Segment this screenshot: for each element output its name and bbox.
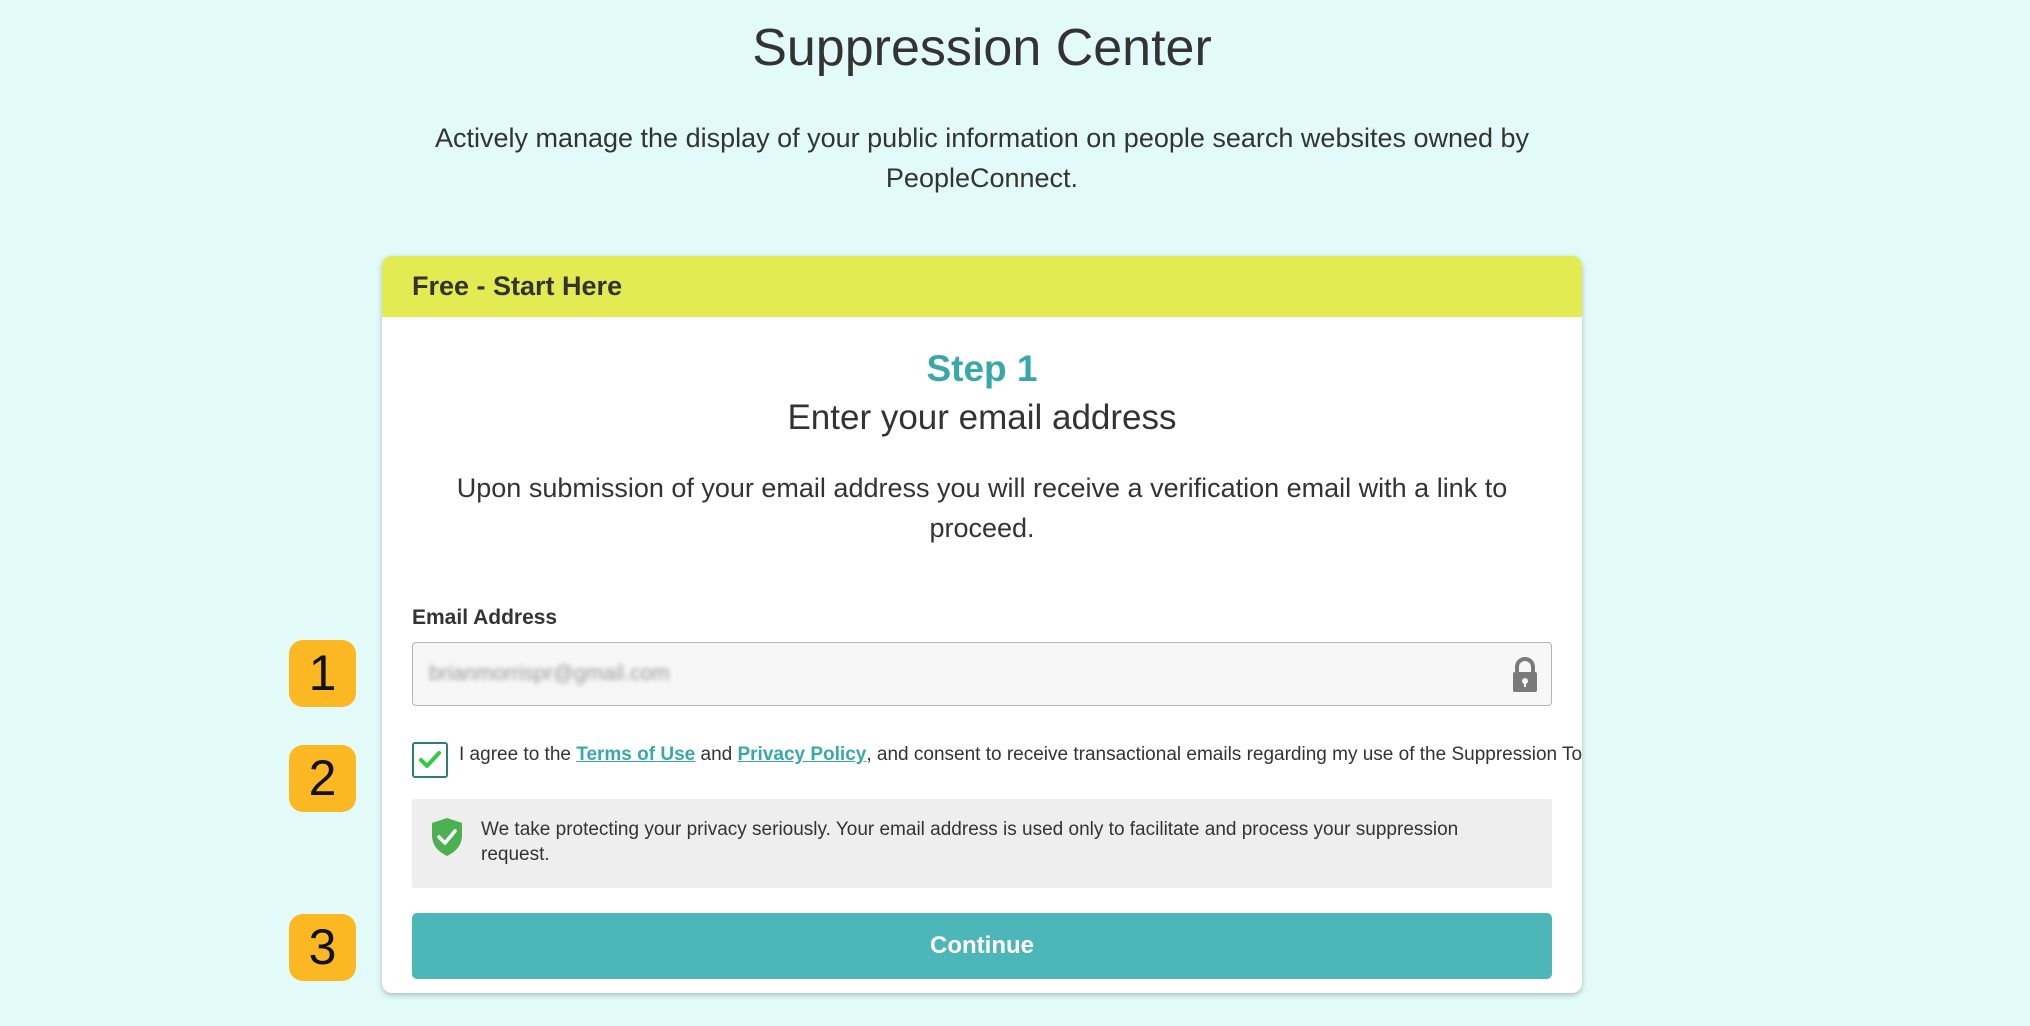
annotation-badge-3: 3 [289,914,356,981]
consent-prefix: I agree to the [459,744,577,765]
privacy-policy-link[interactable]: Privacy Policy [737,744,866,765]
step-label: Step 1 [926,348,1038,389]
consent-row: I agree to the Terms of Use and Privacy … [412,742,1582,782]
consent-text: I agree to the Terms of Use and Privacy … [459,744,1582,766]
suppression-card: Free - Start Here Step 1 Enter your emai… [382,256,1582,993]
step-title: Enter your email address [787,398,1177,437]
shield-check-icon [430,817,464,857]
consent-middle: and [695,744,738,765]
email-label: Email Address [412,606,558,629]
annotation-badge-1: 1 [289,640,356,707]
email-input[interactable] [429,643,1469,705]
privacy-notice: We take protecting your privacy seriousl… [412,799,1552,888]
page-subtitle: Actively manage the display of your publ… [434,123,1530,193]
page-title: Suppression Center [752,19,1212,77]
card-header: Free - Start Here [382,256,1582,317]
continue-button[interactable]: Continue [412,913,1552,979]
email-field[interactable] [412,642,1552,706]
checkmark-icon [419,751,441,768]
step-description: Upon submission of your email address yo… [456,473,1508,543]
terms-of-use-link[interactable]: Terms of Use [576,744,695,765]
consent-suffix: , and consent to receive transactional e… [866,744,1582,765]
consent-checkbox[interactable] [412,742,448,778]
privacy-note-text: We take protecting your privacy seriousl… [481,819,1459,865]
lock-icon [1505,655,1545,695]
annotation-badge-2: 2 [289,745,356,812]
